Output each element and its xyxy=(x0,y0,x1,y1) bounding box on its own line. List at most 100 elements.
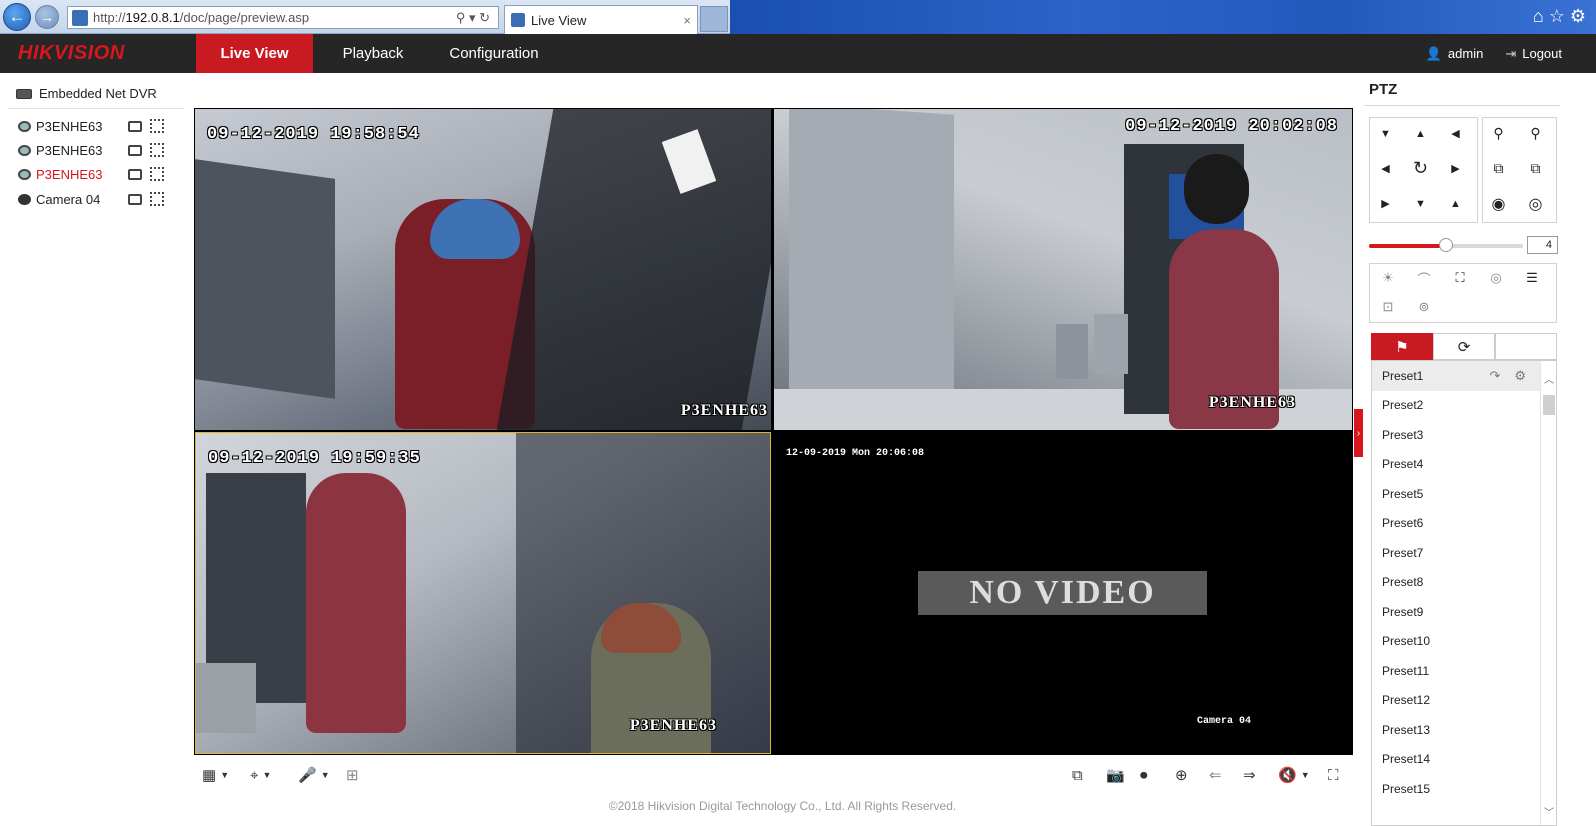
audio-button[interactable]: 🎤 ▼ xyxy=(298,766,330,784)
lens-init-button[interactable]: ◎ xyxy=(1478,264,1514,292)
zoom-in-button[interactable]: ⚲ xyxy=(1522,120,1549,147)
camera-item-3[interactable]: P3ENHE63 xyxy=(18,164,183,184)
preset-item[interactable]: Preset15 xyxy=(1372,774,1556,804)
preset-item[interactable]: Preset13 xyxy=(1372,715,1556,745)
fullscreen-button[interactable]: ⛶ xyxy=(1328,766,1339,784)
preset-item[interactable]: Preset14 xyxy=(1372,745,1556,775)
ptz-up-button[interactable]: ▲ xyxy=(1407,120,1434,147)
ptz-lock-button[interactable]: ⌖ ▼ xyxy=(250,766,271,784)
close-tab-icon[interactable]: × xyxy=(683,13,691,28)
collapse-panel-handle[interactable]: › xyxy=(1354,409,1363,457)
fullscreen-icon: ⛶ xyxy=(1328,766,1339,784)
camera-label: P3ENHE63 xyxy=(36,166,103,182)
ptz-auto-scan-button[interactable]: ↻ xyxy=(1407,155,1434,182)
ptz-down-left-button[interactable]: ▶ xyxy=(1372,190,1399,217)
camera-item-4[interactable]: Camera 04 xyxy=(18,189,183,209)
desktop-wallpaper xyxy=(730,0,1596,34)
arrow-left-icon: ⇐ xyxy=(1209,767,1222,784)
device-node[interactable]: Embedded Net DVR xyxy=(16,86,157,101)
back-button[interactable]: ← xyxy=(3,3,31,31)
speed-slider-handle[interactable] xyxy=(1439,238,1453,252)
record-button[interactable]: ⏺ xyxy=(1140,766,1148,784)
nav-playback[interactable]: Playback xyxy=(313,34,433,73)
tab-preset[interactable]: ⚑ xyxy=(1371,333,1433,360)
arrow-up-icon: ▲ xyxy=(1415,127,1426,140)
preset-item[interactable]: Preset6 xyxy=(1372,509,1556,539)
preset-item[interactable]: Preset12 xyxy=(1372,686,1556,716)
layout-button[interactable]: ▦ ▼ xyxy=(202,766,229,784)
url-text[interactable]: http://192.0.8.1/doc/page/preview.asp xyxy=(93,10,456,25)
scrollbar-thumb[interactable] xyxy=(1543,395,1555,415)
focus-far-button[interactable]: ⧉ xyxy=(1522,155,1549,182)
record-icon[interactable] xyxy=(128,193,142,205)
3d-zoom-button[interactable]: ⊚ xyxy=(1406,293,1442,321)
forward-button[interactable]: → xyxy=(35,5,59,29)
zoom-out-button[interactable]: ⚲ xyxy=(1485,120,1512,147)
nav-live-view[interactable]: Live View xyxy=(196,34,313,73)
ptz-down-right-button[interactable]: ▲ xyxy=(1442,190,1469,217)
video-window-2[interactable]: 09-12-2019 20:02:08 P3ENHE63 xyxy=(774,109,1352,430)
logout-button[interactable]: ⇥ Logout xyxy=(1505,46,1562,62)
manual-track-button[interactable]: ⊡ xyxy=(1370,293,1406,321)
new-tab-button[interactable] xyxy=(700,6,728,32)
camera-item-1[interactable]: P3ENHE63 xyxy=(18,116,183,136)
arrow-right-icon: ▶ xyxy=(1451,163,1460,175)
preset-item[interactable]: Preset8 xyxy=(1372,568,1556,598)
ptz-up-right-button[interactable]: ◀ xyxy=(1442,120,1469,147)
next-page-button[interactable]: ⇒ xyxy=(1243,766,1256,784)
ptz-down-button[interactable]: ▼ xyxy=(1407,190,1434,217)
preset-item[interactable]: Preset11 xyxy=(1372,656,1556,686)
record-icon[interactable] xyxy=(128,168,142,180)
nav-configuration[interactable]: Configuration xyxy=(433,34,555,73)
address-bar[interactable]: http://192.0.8.1/doc/page/preview.asp ⚲ … xyxy=(67,6,499,29)
stop-all-button[interactable]: ⧉ xyxy=(1072,766,1083,784)
preset-item[interactable]: Preset9 xyxy=(1372,597,1556,627)
light-button[interactable]: ☀ xyxy=(1370,264,1406,292)
camera-item-2[interactable]: P3ENHE63 xyxy=(18,140,183,160)
ptz-icon[interactable] xyxy=(150,143,164,157)
iris-close-button[interactable]: ◎ xyxy=(1522,190,1549,217)
ptz-left-button[interactable]: ◀ xyxy=(1372,155,1399,182)
prev-page-button[interactable]: ⇐ xyxy=(1209,766,1222,784)
browser-tab[interactable]: Live View × xyxy=(504,5,698,34)
record-icon[interactable] xyxy=(128,144,142,156)
browser-tools[interactable]: ⌂ ☆ ⚙ xyxy=(1533,6,1586,27)
preset-scrollbar[interactable]: ︿ ﹀ xyxy=(1540,361,1556,825)
preset-item[interactable]: Preset1 ↷ ⚙ xyxy=(1372,361,1556,391)
more-menu-button[interactable]: ☰ xyxy=(1514,264,1550,292)
chevron-down-icon[interactable]: ﹀ xyxy=(1544,804,1554,819)
preset-item[interactable]: Preset5 xyxy=(1372,479,1556,509)
user-menu[interactable]: 👤 admin xyxy=(1426,46,1484,62)
preset-item[interactable]: Preset4 xyxy=(1372,450,1556,480)
chevron-up-icon[interactable]: ︿ xyxy=(1544,371,1554,386)
tab-pattern[interactable] xyxy=(1495,333,1557,360)
channel-label: P3ENHE63 xyxy=(680,402,768,419)
ptz-right-button[interactable]: ▶ xyxy=(1442,155,1469,182)
ptz-icon[interactable] xyxy=(150,192,164,206)
ptz-icon[interactable] xyxy=(150,119,164,133)
volume-button[interactable]: 🔇 ▼ xyxy=(1278,766,1310,784)
preset-item[interactable]: Preset2 xyxy=(1372,391,1556,421)
video-window-1[interactable]: 09-12-2019 19:58:54 P3ENHE63 xyxy=(195,109,771,430)
iris-open-button[interactable]: ◉ xyxy=(1485,190,1512,217)
record-icon[interactable] xyxy=(128,120,142,132)
preset-item[interactable]: Preset3 xyxy=(1372,420,1556,450)
fisheye-button[interactable]: ⊞ xyxy=(346,766,359,784)
preset-item[interactable]: Preset10 xyxy=(1372,627,1556,657)
auxiliary-focus-button[interactable]: ⛶ xyxy=(1442,264,1478,292)
device-name: Embedded Net DVR xyxy=(39,86,157,101)
zoom-button[interactable]: ⊕ xyxy=(1175,766,1188,784)
timestamp: 09-12-2019 19:59:35 xyxy=(208,449,421,468)
tab-patrol[interactable]: ⟳ xyxy=(1433,333,1495,360)
capture-button[interactable]: 📷 xyxy=(1106,766,1125,784)
video-window-3[interactable]: 09-12-2019 19:59:35 P3ENHE63 xyxy=(195,432,771,754)
video-window-4[interactable]: 12-09-2019 Mon 20:06:08 NO VIDEO Camera … xyxy=(774,432,1352,754)
focus-near-button[interactable]: ⧉ xyxy=(1485,155,1512,182)
preset-item[interactable]: Preset7 xyxy=(1372,538,1556,568)
address-controls-icon[interactable]: ⚲ ▾ ↻ xyxy=(456,10,490,26)
set-preset-gear-icon[interactable]: ⚙ xyxy=(1514,368,1526,384)
ptz-icon[interactable] xyxy=(150,167,164,181)
ptz-up-left-button[interactable]: ▼ xyxy=(1372,120,1399,147)
wiper-button[interactable]: ⌒ xyxy=(1406,264,1442,292)
call-preset-icon[interactable]: ↷ xyxy=(1489,368,1500,384)
